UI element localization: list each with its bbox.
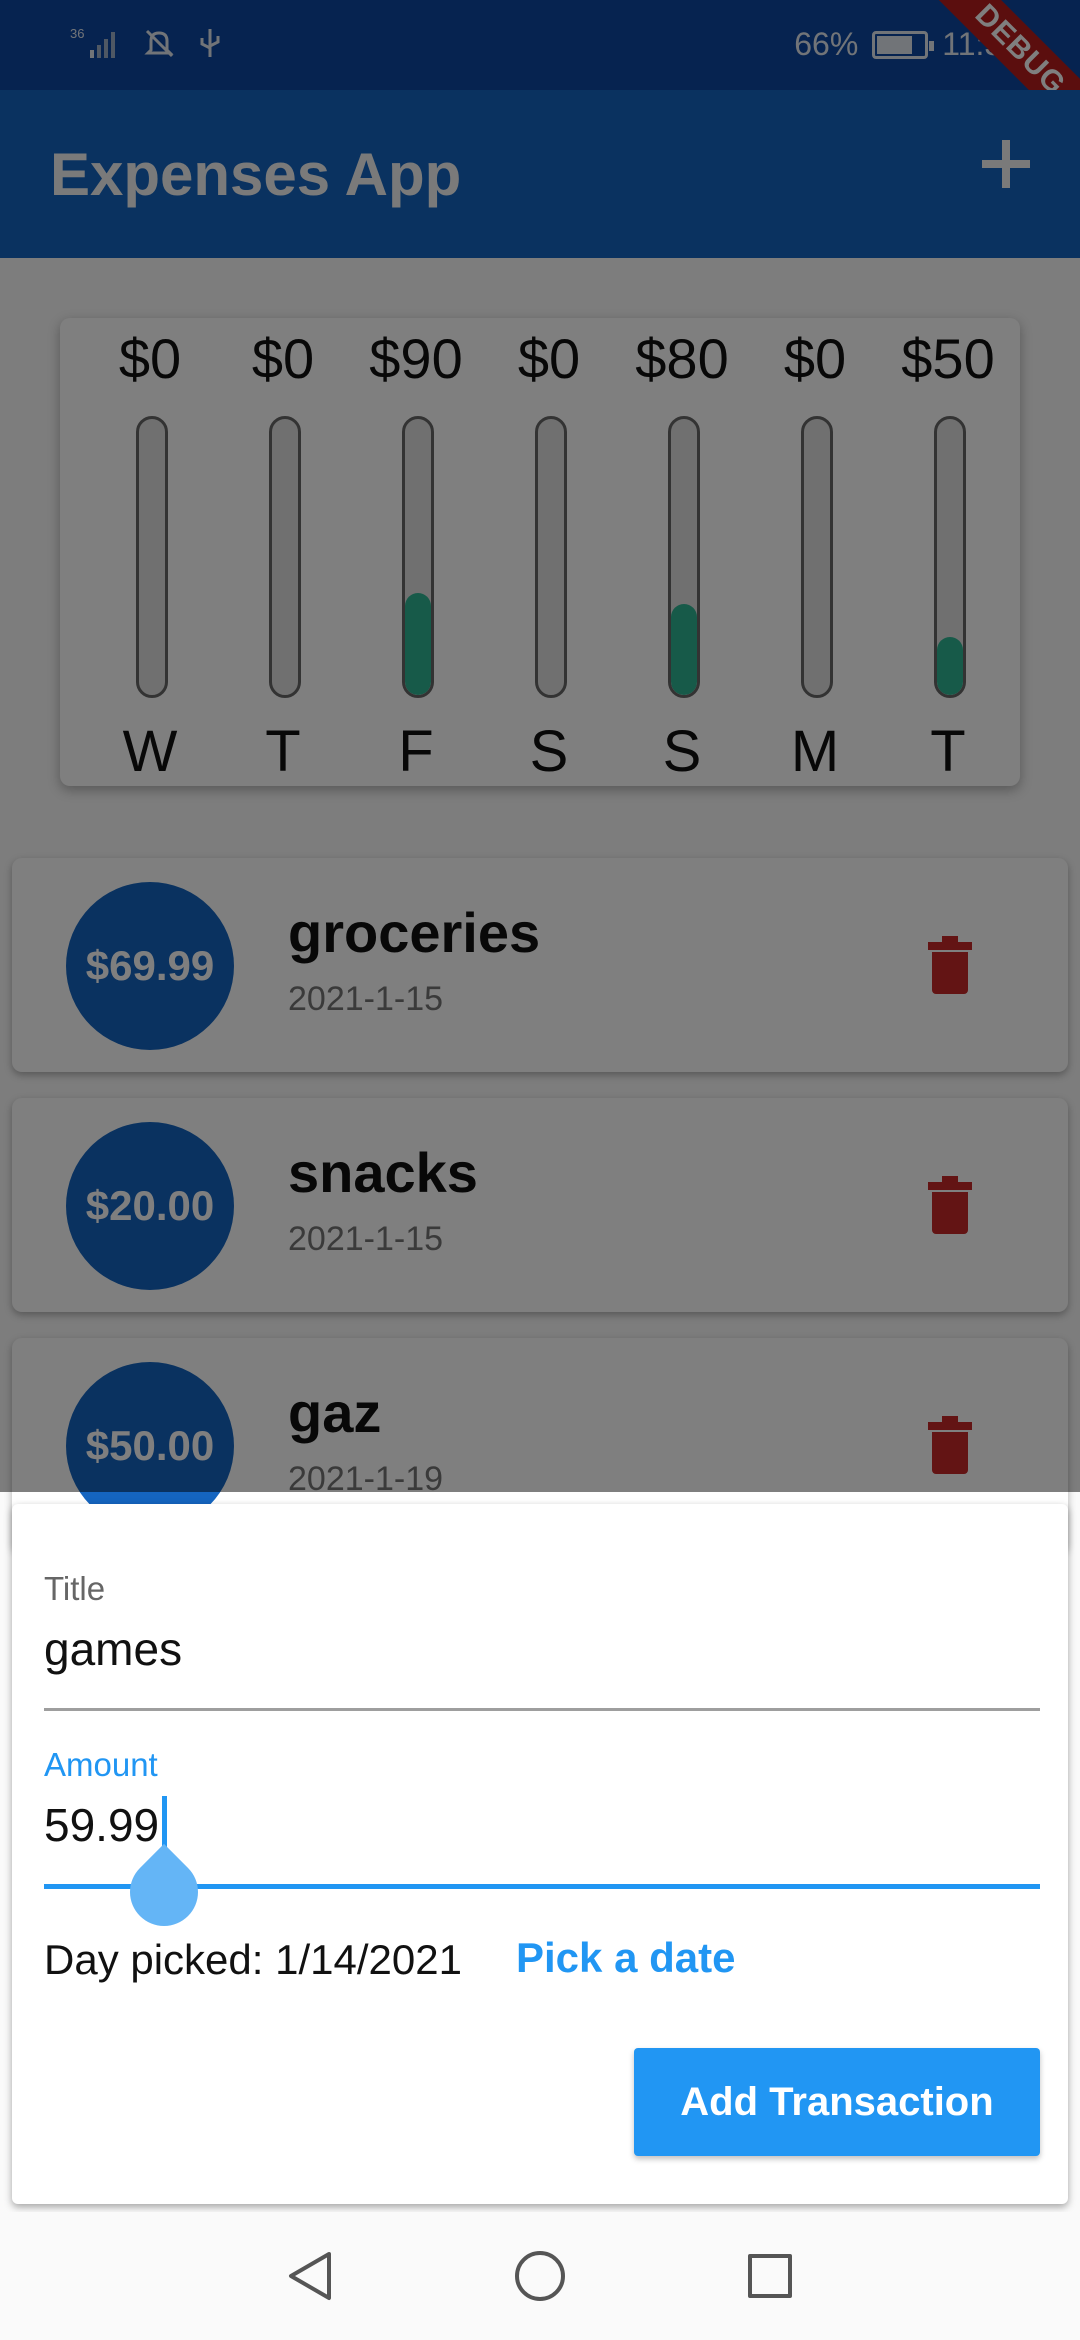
recent-apps-icon[interactable] — [730, 2236, 810, 2316]
title-field[interactable]: games — [44, 1622, 182, 1676]
add-transaction-button[interactable]: Add Transaction — [634, 2048, 1040, 2156]
amount-field-label: Amount — [44, 1746, 158, 1783]
navigation-bar — [0, 2212, 1080, 2340]
title-field-underline — [44, 1708, 1040, 1711]
home-icon[interactable] — [500, 2236, 580, 2316]
day-picked-text: Day picked: 1/14/2021 — [44, 1936, 462, 1983]
amount-field[interactable]: 59.99 — [44, 1798, 159, 1852]
title-field-label: Title — [44, 1570, 106, 1607]
modal-scrim[interactable] — [0, 0, 1080, 1492]
text-selection-handle[interactable] — [115, 1843, 213, 1941]
back-icon[interactable] — [270, 2236, 350, 2316]
pick-date-button[interactable]: Pick a date — [516, 1934, 735, 1982]
new-transaction-sheet: Title games Amount 59.99 Day picked: 1/1… — [12, 1504, 1068, 2204]
